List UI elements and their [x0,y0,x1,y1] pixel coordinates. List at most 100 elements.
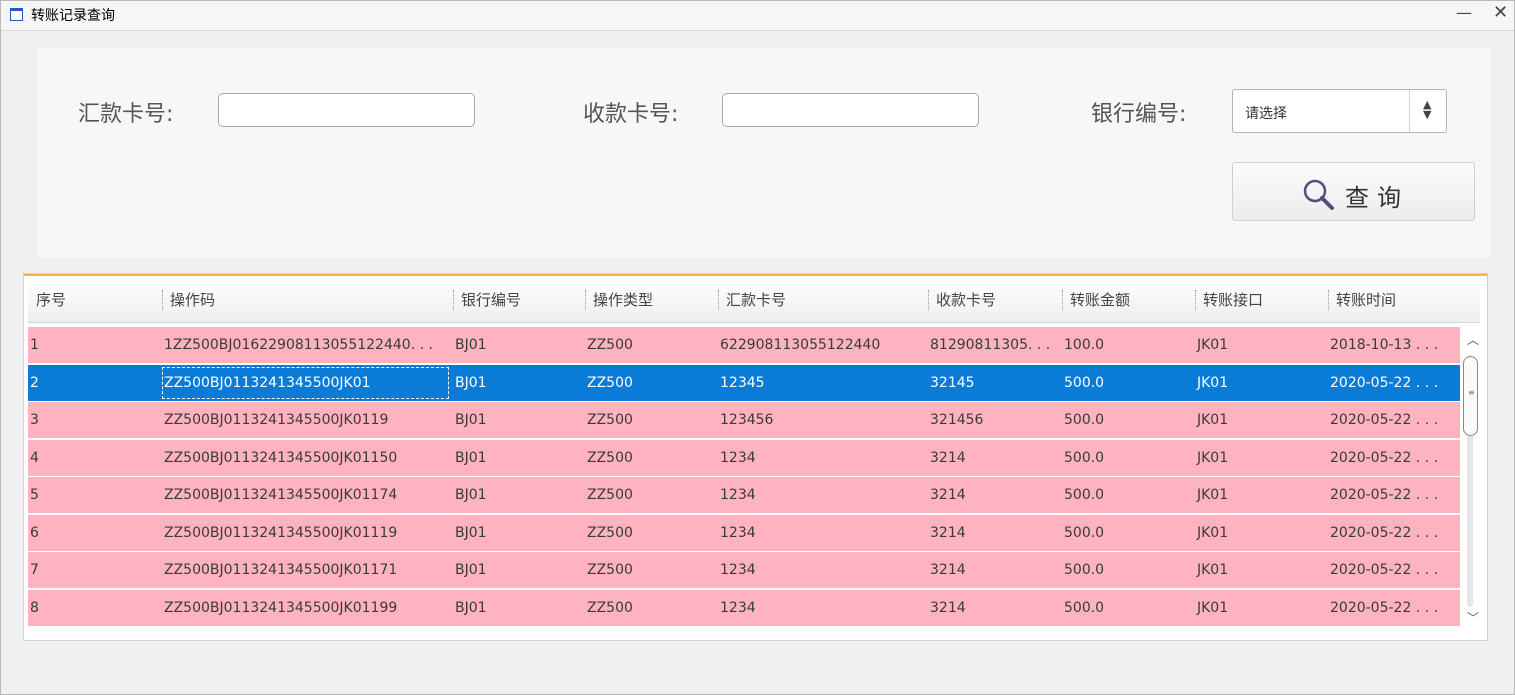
table-row[interactable]: 8 ZZ500BJ0113241345500JK01199 BJ01 ZZ500 123… [28,589,1460,627]
col-interface: JK01 [1197,562,1229,578]
col-remit-card: 1234 [720,562,756,578]
col-remit-card: 622908113055122440 [720,337,881,353]
col-op-code: 1ZZ500BJ01622908113055122440. . . [164,337,433,353]
scroll-down-icon[interactable]: ﹀ [1467,609,1479,626]
col-interface: JK01 [1197,449,1229,466]
col-index: 8 [30,599,39,616]
header-col-time[interactable]: 转账时间 [1328,278,1460,322]
magnifier-icon [1303,179,1334,210]
bank-code-select[interactable]: 请选择 ▲ ▼ [1232,89,1447,133]
bank-code-label: 银行编号: [1091,102,1187,127]
search-button[interactable]: 查询 [1232,162,1475,221]
col-time: 2020-05-22 . . . [1330,599,1439,616]
table-body: 1 1ZZ500BJ01622908113055122440. . . BJ01 ZZ… [28,327,1460,631]
col-op-code: ZZ500BJ0113241345500JK01199 [164,599,398,616]
header-col-interface[interactable]: 转账接口 [1195,278,1328,322]
col-bank-code: BJ01 [455,487,487,503]
col-remit-card: 12345 [720,374,765,391]
select-arrow-icon: ▲ ▼ [1409,90,1446,132]
col-amount: 500.0 [1064,562,1105,578]
col-bank-code: BJ01 [455,449,487,466]
col-interface: JK01 [1197,337,1229,353]
table-header: 序号 操作码 银行编号 操作类型 汇款卡号 收款卡号 转账金额 转账接口 转账时间 [28,278,1480,323]
scroll-thumb[interactable]: ≡ [1463,356,1478,436]
col-remit-card: 123456 [720,412,774,428]
col-amount: 500.0 [1064,599,1105,616]
col-op-type: ZZ500 [587,374,633,391]
header-col-bank-code[interactable]: 银行编号 [453,278,585,322]
col-op-type: ZZ500 [587,412,633,428]
col-interface: JK01 [1197,487,1229,503]
table-row[interactable]: 3 ZZ500BJ0113241345500JK0119 BJ01 ZZ500 1234… [28,402,1460,439]
col-bank-code: BJ01 [455,562,487,578]
col-amount: 500.0 [1064,412,1105,428]
col-interface: JK01 [1197,374,1229,391]
col-remit-card: 1234 [720,524,756,541]
col-interface: JK01 [1197,599,1229,616]
col-amount: 500.0 [1064,524,1105,541]
col-remit-card: 1234 [720,599,756,616]
col-receive-card: 3214 [930,487,966,503]
header-col-op-type[interactable]: 操作类型 [585,278,718,322]
col-op-code: ZZ500BJ0113241345500JK0119 [164,412,389,428]
col-time: 2020-05-22 . . . [1330,487,1439,503]
col-op-code: ZZ500BJ0113241345500JK01119 [164,524,398,541]
col-index: 7 [30,562,39,578]
col-bank-code: BJ01 [455,524,487,541]
col-op-code: ZZ500BJ0113241345500JK01 [164,374,371,391]
header-col-receive-card[interactable]: 收款卡号 [928,278,1062,322]
transfer-table: 序号 操作码 银行编号 操作类型 汇款卡号 收款卡号 转账金额 转账接口 转账时间 1 1ZZ50… [23,273,1488,641]
header-col-index[interactable]: 序号 [28,278,162,322]
col-amount: 500.0 [1064,374,1105,391]
col-remit-card: 1234 [720,449,756,466]
receive-card-input[interactable] [722,93,979,127]
col-bank-code: BJ01 [455,599,487,616]
window-icon [10,8,23,21]
col-index: 2 [30,374,39,391]
col-op-code: ZZ500BJ0113241345500JK01171 [164,562,398,578]
col-receive-card: 32145 [930,374,975,391]
receive-card-label: 收款卡号: [583,102,679,127]
table-row[interactable]: 5 ZZ500BJ0113241345500JK01174 BJ01 ZZ500 123… [28,477,1460,514]
close-button[interactable]: ✕ [1493,2,1508,23]
table-row[interactable]: 2 ZZ500BJ0113241345500JK01 BJ01 ZZ500 12345 3… [28,364,1460,402]
col-bank-code: BJ01 [455,337,487,353]
table-row[interactable]: 1 1ZZ500BJ01622908113055122440. . . BJ01 ZZ… [28,327,1460,364]
col-index: 5 [30,487,39,503]
col-time: 2020-05-22 . . . [1330,562,1439,578]
table-accent-line [24,274,1487,276]
col-receive-card: 81290811305. . . [930,337,1051,353]
remit-card-input[interactable] [218,93,475,127]
col-op-type: ZZ500 [587,524,633,541]
scroll-up-icon[interactable]: ︿ [1467,331,1479,348]
col-amount: 500.0 [1064,449,1105,466]
col-receive-card: 3214 [930,599,966,616]
col-index: 1 [30,337,39,353]
header-col-amount[interactable]: 转账金额 [1062,278,1195,322]
col-index: 4 [30,449,39,466]
main-window: 转账记录查询 — ✕ 汇款卡号: 收款卡号: 银行编号: 请选择 ▲ ▼ 查询 序… [0,0,1515,695]
col-op-type: ZZ500 [587,487,633,503]
col-amount: 500.0 [1064,487,1105,503]
col-receive-card: 3214 [930,562,966,578]
header-col-op-code[interactable]: 操作码 [162,278,453,322]
header-col-remit-card[interactable]: 汇款卡号 [718,278,928,322]
col-interface: JK01 [1197,412,1229,428]
table-row[interactable]: 7 ZZ500BJ0113241345500JK01171 BJ01 ZZ500 123… [28,552,1460,589]
col-bank-code: BJ01 [455,412,487,428]
table-row[interactable]: 4 ZZ500BJ0113241345500JK01150 BJ01 ZZ500 123… [28,439,1460,477]
col-receive-card: 3214 [930,449,966,466]
col-time: 2020-05-22 . . . [1330,412,1439,428]
col-op-type: ZZ500 [587,599,633,616]
search-button-label: 查询 [1345,184,1409,212]
col-op-code: ZZ500BJ0113241345500JK01174 [164,487,398,503]
col-interface: JK01 [1197,524,1229,541]
col-time: 2020-05-22 . . . [1330,374,1439,391]
minimize-button[interactable]: — [1456,3,1472,22]
col-remit-card: 1234 [720,487,756,503]
table-row[interactable]: 6 ZZ500BJ0113241345500JK01119 BJ01 ZZ500 123… [28,514,1460,552]
vertical-scrollbar[interactable]: ︿ ≡ ﹀ [1462,327,1484,631]
remit-card-label: 汇款卡号: [78,102,174,127]
col-index: 6 [30,524,39,541]
col-op-code: ZZ500BJ0113241345500JK01150 [164,449,398,466]
